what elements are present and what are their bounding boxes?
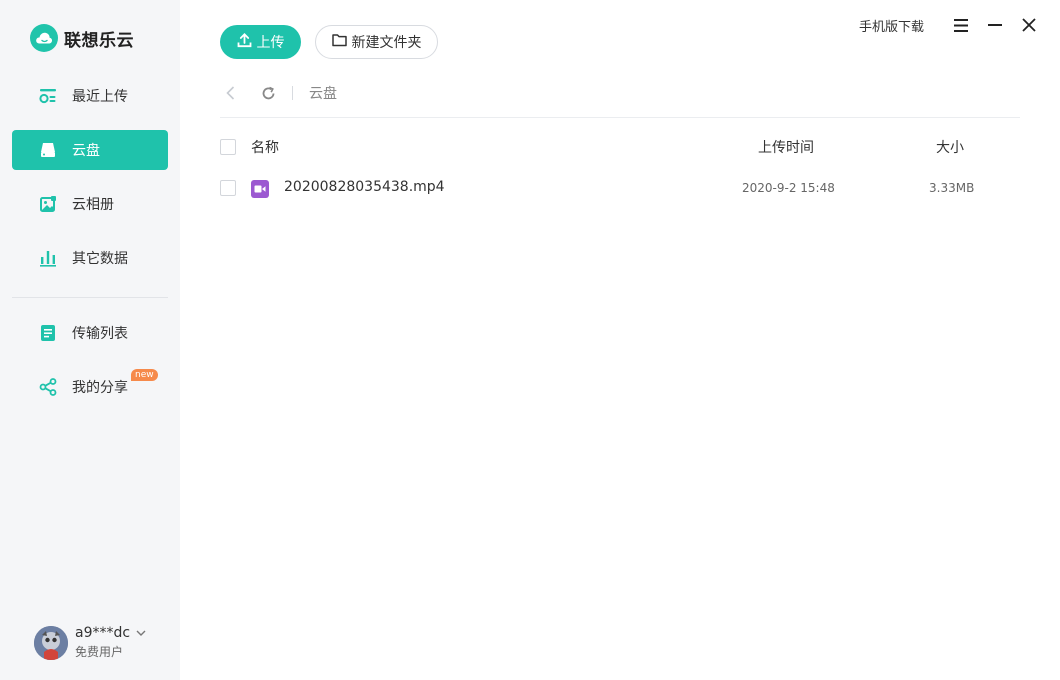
user-name-row[interactable]: a9***dc (75, 625, 146, 641)
file-upload-time: 2020-9-2 15:48 (742, 181, 835, 195)
path-separator (292, 86, 293, 100)
sidebar-item-recent-upload[interactable]: 最近上传 (12, 76, 168, 116)
user-name: a9***dc (75, 625, 131, 641)
back-icon[interactable] (220, 80, 240, 106)
new-folder-button[interactable]: 新建文件夹 (315, 25, 438, 59)
share-icon (38, 377, 58, 397)
sidebar: 联想乐云 最近上传 云盘 云相册 其它数据 传输列表 我的分享 new a9**… (0, 0, 180, 680)
transfer-list-icon (38, 323, 58, 343)
cloud-drive-icon (38, 140, 58, 160)
sidebar-item-label: 云盘 (72, 143, 100, 159)
sidebar-item-photo-album[interactable]: 云相册 (12, 184, 168, 224)
column-header-name[interactable]: 名称 (251, 137, 279, 157)
minimize-icon[interactable] (978, 14, 1012, 36)
sidebar-divider (12, 297, 168, 298)
file-name[interactable]: 20200828035438.mp4 (284, 179, 445, 195)
upload-button[interactable]: 上传 (220, 25, 301, 59)
select-all-checkbox[interactable] (220, 139, 236, 155)
cloud-logo-icon (30, 24, 58, 52)
recent-upload-icon (38, 86, 58, 106)
row-checkbox[interactable] (220, 180, 236, 196)
user-info: a9***dc 免费用户 (75, 625, 146, 660)
sidebar-item-label: 云相册 (72, 197, 114, 213)
avatar[interactable] (34, 625, 68, 660)
sidebar-item-transfer-list[interactable]: 传输列表 (12, 313, 168, 353)
close-icon[interactable] (1012, 14, 1046, 36)
menu-icon[interactable] (944, 14, 978, 36)
sidebar-item-label: 我的分享 (72, 380, 128, 396)
breadcrumb[interactable]: 云盘 (309, 83, 337, 103)
sidebar-item-label: 最近上传 (72, 89, 128, 105)
photo-album-icon (38, 194, 58, 214)
video-file-icon (251, 180, 269, 198)
sidebar-item-other-data[interactable]: 其它数据 (12, 238, 168, 278)
bar-chart-icon (38, 248, 58, 268)
user-profile[interactable]: a9***dc 免费用户 (34, 625, 146, 660)
sidebar-item-cloud-drive[interactable]: 云盘 (12, 130, 168, 170)
path-bar: 云盘 (220, 80, 337, 106)
refresh-icon[interactable] (258, 80, 278, 106)
app-window: 联想乐云 最近上传 云盘 云相册 其它数据 传输列表 我的分享 new a9**… (0, 0, 1060, 680)
brand: 联想乐云 (30, 24, 134, 52)
table-row[interactable]: 20200828035438.mp4 2020-9-2 15:48 3.33MB (220, 176, 1020, 202)
upload-label: 上传 (256, 35, 285, 51)
folder-icon (331, 33, 347, 51)
header-divider (220, 117, 1020, 118)
brand-name: 联想乐云 (64, 30, 134, 51)
table-header: 名称 上传时间 大小 (220, 137, 1020, 157)
column-header-size[interactable]: 大小 (936, 137, 964, 157)
mobile-download-link[interactable]: 手机版下载 (859, 16, 924, 35)
sidebar-item-label: 传输列表 (72, 326, 128, 342)
sidebar-item-label: 其它数据 (72, 251, 128, 267)
upload-icon (237, 32, 252, 52)
chevron-down-icon[interactable] (136, 625, 146, 641)
column-header-time[interactable]: 上传时间 (758, 137, 814, 157)
user-tier: 免费用户 (75, 645, 124, 659)
file-size: 3.33MB (929, 181, 975, 195)
sidebar-item-my-share[interactable]: 我的分享 new (12, 367, 168, 407)
window-controls: 手机版下载 (859, 14, 1046, 36)
new-folder-label: 新建文件夹 (351, 35, 422, 51)
new-badge: new (131, 369, 158, 381)
